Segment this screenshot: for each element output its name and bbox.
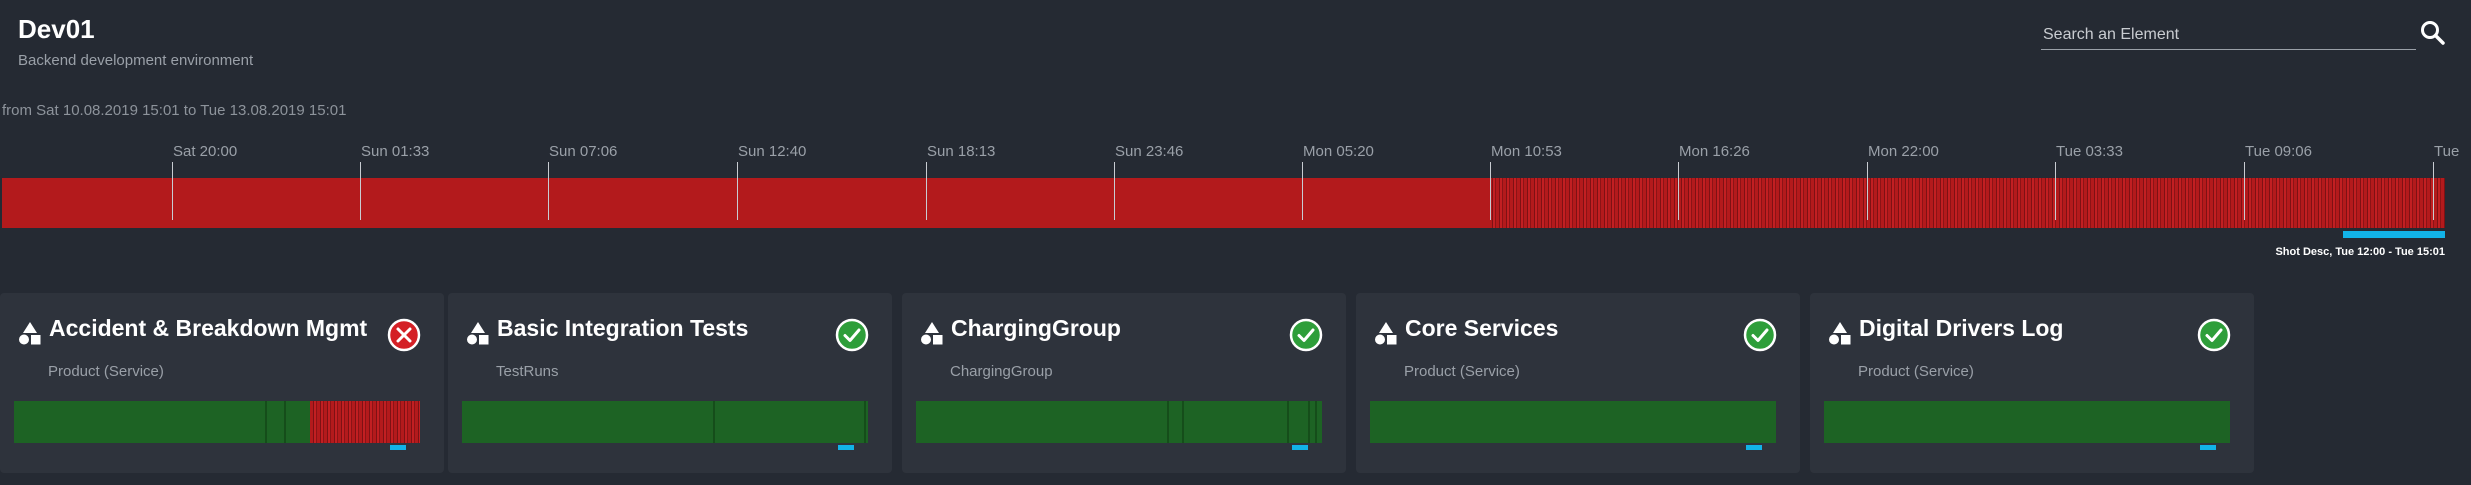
- bar-error-segment: [310, 401, 420, 443]
- card-status-bar[interactable]: [462, 401, 868, 443]
- timeline-tick-label: Sun 12:40: [738, 143, 807, 160]
- bar-event-line: [265, 401, 267, 443]
- card-title: Basic Integration Tests: [497, 315, 749, 341]
- card-selection-indicator: [2200, 445, 2216, 450]
- card-subtitle: ChargingGroup: [950, 363, 1053, 380]
- timeline-tick-label: Sun 23:46: [1115, 143, 1184, 160]
- timeline-tick-label: Sat 20:00: [173, 143, 238, 160]
- bar-event-line: [1167, 401, 1169, 443]
- card-subtitle: TestRuns: [496, 363, 559, 380]
- timeline-tick-line: [1114, 162, 1115, 220]
- card-title: Accident & Breakdown Mgmt: [49, 315, 368, 341]
- timeline-tick-label: Tue 03:33: [2056, 143, 2123, 160]
- card-title: Digital Drivers Log: [1859, 315, 2064, 341]
- bar-event-line: [1315, 401, 1317, 443]
- timeline-tick-line: [2433, 162, 2434, 220]
- element-card[interactable]: Digital Drivers Log Product (Service): [1810, 293, 2254, 473]
- timeline: Sat 20:00 Sun 01:33 Sun 07:06 Sun 12:40 Sun …: [2, 140, 2459, 258]
- card-status-bar[interactable]: [1370, 401, 1776, 443]
- service-shapes-icon: [18, 321, 42, 345]
- timeline-tick-line: [2244, 162, 2245, 220]
- timeline-tick-line: [737, 162, 738, 220]
- timeline-tick-line: [2055, 162, 2056, 220]
- timeline-tick-line: [1678, 162, 1679, 220]
- card-status-bar[interactable]: [916, 401, 1322, 443]
- timeline-tick-label: Mon 05:20: [1303, 143, 1374, 160]
- card-status-bar[interactable]: [14, 401, 420, 443]
- card-title: Core Services: [1405, 315, 1559, 341]
- timeline-tick-line: [548, 162, 549, 220]
- error-x-icon: [387, 318, 421, 352]
- bar-event-line: [713, 401, 715, 443]
- timeline-tick-line: [172, 162, 173, 220]
- element-card[interactable]: Core Services Product (Service): [1356, 293, 1800, 473]
- timeline-tick-line: [1490, 162, 1491, 220]
- check-circle-icon: [2197, 318, 2231, 352]
- element-card[interactable]: Basic Integration Tests TestRuns: [448, 293, 892, 473]
- timeline-tick-label: Sun 18:13: [927, 143, 996, 160]
- time-range-text: from Sat 10.08.2019 15:01 to Tue 13.08.2…: [2, 102, 347, 119]
- bar-event-line: [1308, 401, 1310, 443]
- card-subtitle: Product (Service): [48, 363, 164, 380]
- timeline-tick-label: Sun 01:33: [361, 143, 430, 160]
- card-selection-indicator: [1292, 445, 1308, 450]
- timeline-tick-line: [1302, 162, 1303, 220]
- service-shapes-icon: [920, 321, 944, 345]
- timeline-selection-handle[interactable]: [2343, 231, 2445, 238]
- page-title: Dev01: [18, 14, 95, 44]
- bar-event-line: [284, 401, 286, 443]
- timeline-tick-label: Mon 22:00: [1868, 143, 1939, 160]
- timeline-bar[interactable]: [2, 178, 2445, 228]
- timeline-tick-label: Tue: [2434, 143, 2460, 160]
- card-subtitle: Product (Service): [1404, 363, 1520, 380]
- service-shapes-icon: [1828, 321, 1852, 345]
- timeline-dense-events: [1489, 178, 2445, 228]
- check-circle-icon: [835, 318, 869, 352]
- timeline-selection-label: Shot Desc, Tue 12:00 - Tue 15:01: [2275, 246, 2445, 258]
- timeline-tick-label: Tue 09:06: [2245, 143, 2312, 160]
- bar-event-line: [1182, 401, 1184, 443]
- search-field: [2041, 20, 2416, 50]
- check-circle-icon: [1289, 318, 1323, 352]
- card-selection-indicator: [390, 445, 406, 450]
- timeline-tick-line: [360, 162, 361, 220]
- service-shapes-icon: [1374, 321, 1398, 345]
- card-subtitle: Product (Service): [1858, 363, 1974, 380]
- timeline-tick-label: Mon 10:53: [1491, 143, 1562, 160]
- element-card[interactable]: ChargingGroup ChargingGroup: [902, 293, 1346, 473]
- check-circle-icon: [1743, 318, 1777, 352]
- bar-event-line: [864, 401, 866, 443]
- timeline-tick-label: Mon 16:26: [1679, 143, 1750, 160]
- card-selection-indicator: [838, 445, 854, 450]
- bar-event-line: [1287, 401, 1289, 443]
- card-selection-indicator: [1746, 445, 1762, 450]
- page-subtitle: Backend development environment: [18, 52, 254, 69]
- search-input[interactable]: [2041, 20, 2416, 49]
- element-card[interactable]: Accident & Breakdown Mgmt Product (Servi…: [0, 293, 444, 473]
- timeline-tick-line: [1867, 162, 1868, 220]
- service-shapes-icon: [466, 321, 490, 345]
- card-title: ChargingGroup: [951, 315, 1121, 341]
- card-status-bar[interactable]: [1824, 401, 2230, 443]
- timeline-tick-line: [926, 162, 927, 220]
- timeline-tick-label: Sun 07:06: [549, 143, 618, 160]
- search-icon[interactable]: [2420, 20, 2446, 46]
